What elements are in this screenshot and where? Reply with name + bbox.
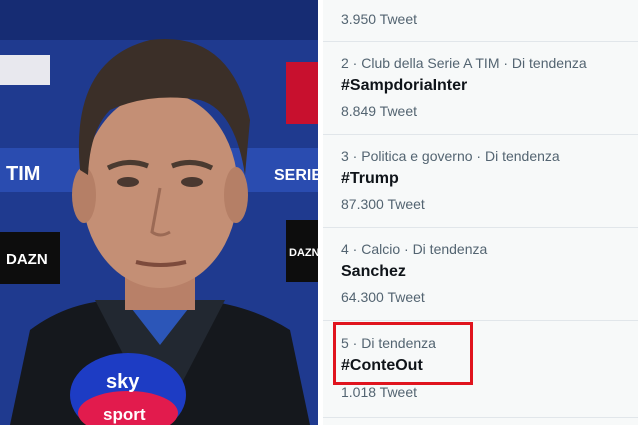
ear-left bbox=[72, 167, 96, 223]
trend-item-sampdoriainter[interactable]: 2 · Club della Serie A TIM · Di tendenza… bbox=[323, 42, 638, 135]
red-logo-panel bbox=[286, 62, 318, 124]
trend-meta: 2 · Club della Serie A TIM · Di tendenza bbox=[341, 55, 587, 71]
dazn-left-text: DAZN bbox=[6, 251, 48, 268]
trend-item-trump[interactable]: 3 · Politica e governo · Di tendenza #Tr… bbox=[323, 135, 638, 228]
serie-banner-text: SERIE bbox=[274, 167, 318, 184]
red-highlight-box bbox=[333, 322, 473, 385]
tim-banner-text: TIM bbox=[6, 163, 40, 185]
trends-list: 3.950 Tweet 2 · Club della Serie A TIM ·… bbox=[323, 0, 638, 425]
trend-tweet-count: 1.018 Tweet bbox=[341, 384, 418, 400]
interview-photo-illustration: TIM SERIE DAZN DAZN sky sport bbox=[0, 0, 318, 425]
trend-tweet-count: 8.849 Tweet bbox=[341, 103, 418, 119]
trend-tweet-count: 87.300 Tweet bbox=[341, 196, 425, 212]
trend-name: #Trump bbox=[341, 170, 399, 187]
trend-tweet-count: 3.950 Tweet bbox=[341, 11, 418, 27]
sky-logo-text: sky bbox=[106, 371, 140, 393]
trend-item-previous[interactable]: 3.950 Tweet bbox=[323, 0, 638, 42]
dazn-right-text: DAZN bbox=[289, 247, 318, 259]
sport-logo-text: sport bbox=[103, 405, 146, 424]
trend-name: #SampdoriaInter bbox=[341, 77, 468, 94]
trend-meta: 3 · Politica e governo · Di tendenza bbox=[341, 148, 560, 164]
interview-photo: TIM SERIE DAZN DAZN sky sport bbox=[0, 0, 318, 425]
trend-meta: 4 · Calcio · Di tendenza bbox=[341, 241, 488, 257]
trend-tweet-count: 64.300 Tweet bbox=[341, 289, 425, 305]
ear-right bbox=[224, 167, 248, 223]
trend-name: Sanchez bbox=[341, 263, 406, 280]
trend-item-sanchez[interactable]: 4 · Calcio · Di tendenza Sanchez 64.300 … bbox=[323, 228, 638, 321]
